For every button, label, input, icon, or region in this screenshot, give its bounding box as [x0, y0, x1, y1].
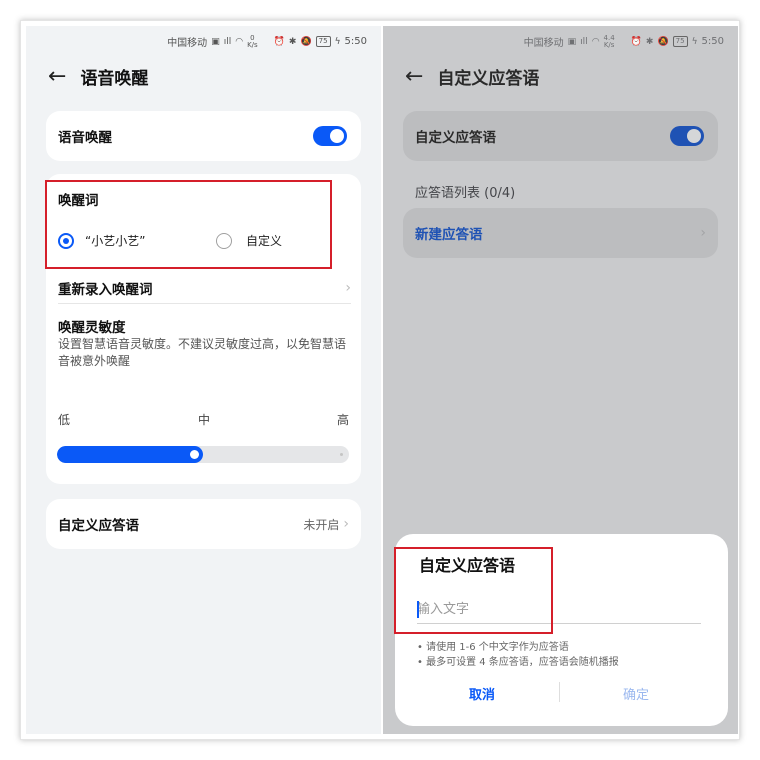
- cancel-button[interactable]: 取消: [469, 684, 495, 703]
- charging-icon: ϟ: [334, 36, 341, 47]
- net-speed: 0 K/s: [247, 33, 258, 49]
- back-arrow-icon[interactable]: ←: [48, 65, 66, 88]
- chevron-right-icon: ›: [345, 279, 351, 296]
- sensitivity-low-label: 低: [58, 413, 71, 427]
- wifi-icon: ◠: [591, 36, 600, 47]
- status-bar: 中国移动 ▣ ıll ◠ 4.4 K/s ⏰ ✱ 🔕 75 ϟ 5:50: [524, 34, 724, 49]
- rerecord-label: 重新录入唤醒词: [58, 281, 153, 298]
- status-bar: 中国移动 ▣ ıll ◠ 0 K/s ⏰ ✱ 🔕 75 ϟ 5:50: [167, 34, 367, 49]
- alarm-icon: ⏰: [273, 36, 285, 47]
- clock-text: 5:50: [701, 36, 724, 47]
- bluetooth-icon: ✱: [645, 36, 654, 47]
- sensitivity-desc: 设置智慧语音灵敏度。不建议灵敏度过高，以免智慧语音被意外唤醒: [58, 337, 347, 368]
- wake-word-label: 唤醒词: [58, 193, 99, 209]
- custom-reply-sheet: 自定义应答语 • 请使用 1-6 个中文字作为应答语 • 最多可设置 4 条应答…: [395, 534, 728, 726]
- radio-unselected-icon[interactable]: [216, 232, 232, 249]
- clock-text: 5:50: [344, 36, 367, 47]
- wake-word-option-default-label: “小艺小艺”: [85, 234, 146, 248]
- wake-settings-card: 唤醒词 “小艺小艺” 自定义 重新录入唤醒词 › 唤醒灵敏度 设置智慧语音灵敏度…: [46, 174, 361, 484]
- custom-reply-screen: 中国移动 ▣ ıll ◠ 4.4 K/s ⏰ ✱ 🔕 75 ϟ 5:50 ← 自…: [383, 26, 738, 734]
- mute-icon: 🔕: [300, 36, 312, 47]
- back-arrow-icon[interactable]: ←: [405, 65, 423, 88]
- custom-reply-toggle[interactable]: [670, 126, 704, 146]
- custom-reply-toggle-label: 自定义应答语: [415, 130, 496, 146]
- custom-reply-label: 自定义应答语: [58, 518, 139, 534]
- sensitivity-title: 唤醒灵敏度: [58, 320, 126, 336]
- reply-list-header: 应答语列表 (0/4): [415, 186, 516, 201]
- wake-word-option-default[interactable]: “小艺小艺”: [58, 232, 145, 249]
- sensitivity-mid-label: 中: [198, 413, 211, 427]
- tip-length: • 请使用 1-6 个中文字作为应答语: [417, 642, 569, 653]
- chevron-right-icon: ›: [343, 516, 349, 532]
- wake-word-option-custom-label: 自定义: [246, 234, 283, 248]
- sensitivity-slider-thumb[interactable]: [190, 450, 199, 459]
- screenshot-frame: 中国移动 ▣ ıll ◠ 0 K/s ⏰ ✱ 🔕 75 ϟ 5:50 ← 语音唤…: [20, 20, 740, 740]
- confirm-button[interactable]: 确定: [623, 684, 649, 703]
- charging-icon: ϟ: [691, 36, 698, 47]
- new-reply-row[interactable]: 新建应答语 ›: [403, 208, 718, 258]
- signal-icon: ıll: [580, 36, 588, 47]
- hd-icon: ▣: [567, 36, 577, 47]
- net-speed: 4.4 K/s: [603, 33, 615, 49]
- carrier-text: 中国移动: [523, 38, 564, 49]
- page-title: 语音唤醒: [80, 69, 149, 89]
- bluetooth-icon: ✱: [288, 36, 297, 47]
- page-title: 自定义应答语: [437, 69, 540, 89]
- sensitivity-slider-fill: [57, 446, 203, 463]
- signal-icon: ıll: [223, 36, 232, 47]
- sensitivity-slider[interactable]: [57, 446, 349, 463]
- reply-text-input[interactable]: [417, 596, 701, 624]
- slider-end-dot: [340, 453, 343, 456]
- app-bar: ← 自定义应答语: [405, 64, 539, 89]
- battery-icon: 75: [315, 36, 331, 47]
- carrier-text: 中国移动: [167, 38, 208, 49]
- battery-icon: 75: [672, 36, 688, 47]
- new-reply-label: 新建应答语: [415, 227, 483, 243]
- app-bar: ← 语音唤醒: [48, 64, 148, 89]
- alarm-icon: ⏰: [630, 36, 642, 47]
- custom-reply-row[interactable]: 自定义应答语 未开启 ›: [46, 499, 361, 549]
- wake-word-option-custom[interactable]: 自定义: [216, 232, 282, 249]
- chevron-right-icon: ›: [700, 225, 706, 241]
- tip-count: • 最多可设置 4 条应答语，应答语会随机播报: [417, 657, 619, 668]
- voice-wakeup-label: 语音唤醒: [58, 130, 112, 146]
- voice-wakeup-card: 语音唤醒: [46, 111, 361, 161]
- voice-wakeup-toggle[interactable]: [313, 126, 347, 146]
- wifi-icon: ◠: [235, 36, 244, 47]
- text-caret: [417, 601, 419, 618]
- mute-icon: 🔕: [657, 36, 669, 47]
- button-divider: [559, 682, 560, 702]
- custom-reply-status: 未开启: [303, 517, 340, 532]
- sheet-title: 自定义应答语: [419, 556, 516, 575]
- radio-selected-icon[interactable]: [58, 232, 74, 249]
- sensitivity-high-label: 高: [336, 413, 349, 427]
- voice-wakeup-screen: 中国移动 ▣ ıll ◠ 0 K/s ⏰ ✱ 🔕 75 ϟ 5:50 ← 语音唤…: [26, 26, 381, 734]
- rerecord-wake-word-row[interactable]: 重新录入唤醒词 ›: [58, 272, 351, 304]
- custom-reply-toggle-card: 自定义应答语: [403, 111, 718, 161]
- hd-icon: ▣: [211, 36, 220, 47]
